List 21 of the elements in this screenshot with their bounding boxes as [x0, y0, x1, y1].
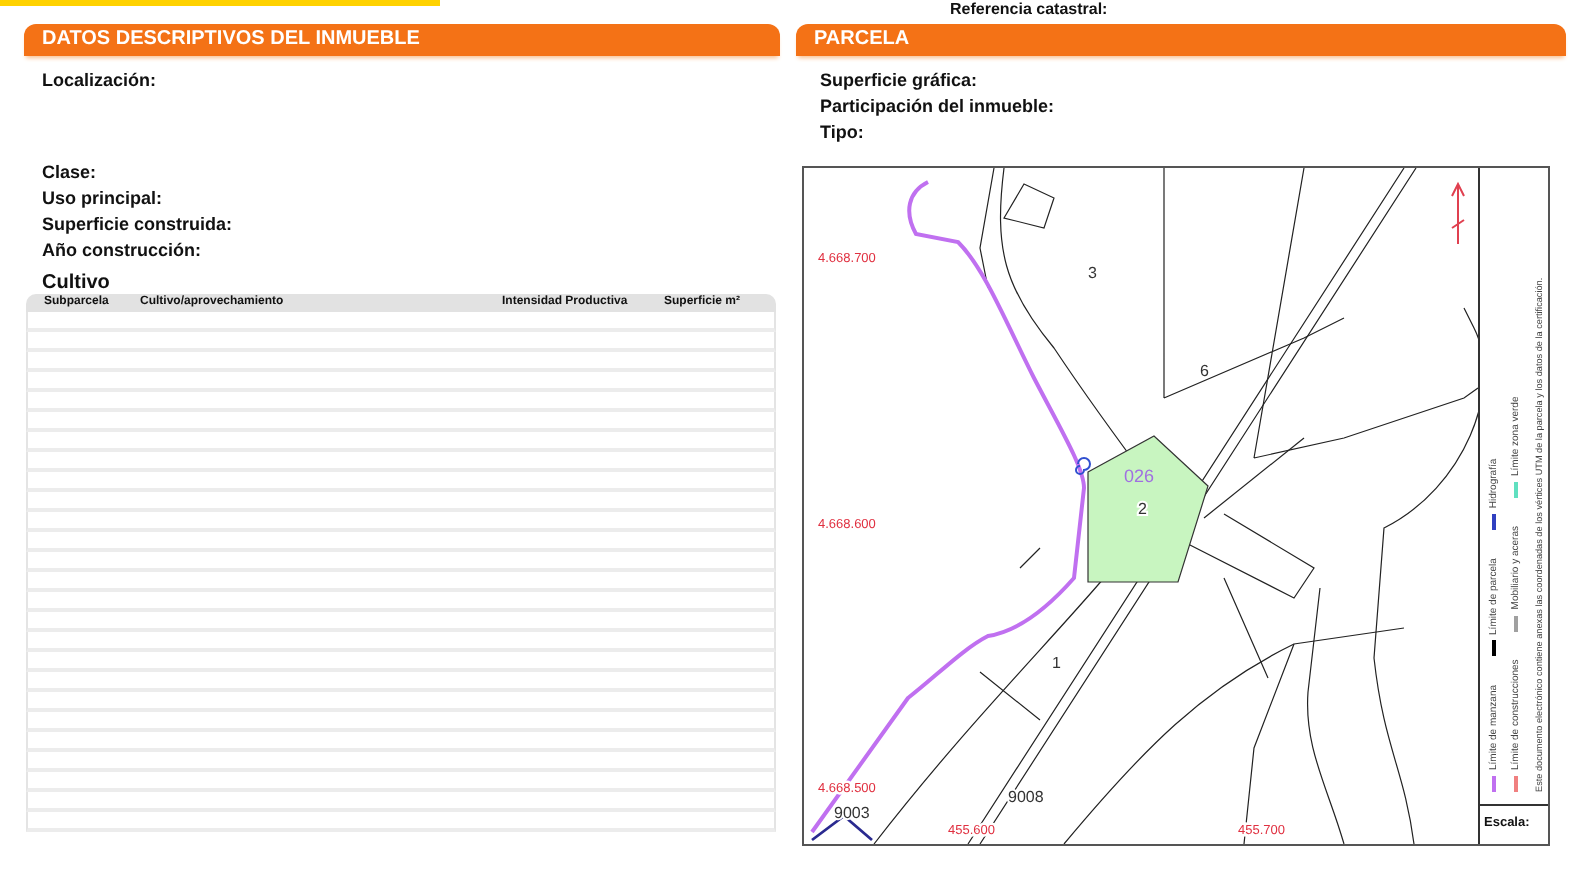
plot-number: 6: [1200, 362, 1209, 380]
reference-caption: Referencia catastral:: [950, 0, 1108, 18]
plot-number: 2: [1138, 500, 1147, 518]
field-label: Tipo:: [820, 120, 866, 146]
field-label: Localización:: [42, 68, 159, 94]
north-arrow-icon: [1451, 181, 1465, 245]
section-header: DATOS DESCRIPTIVOS DEL INMUEBLE: [24, 24, 780, 56]
section-subtitle: Cultivo: [42, 272, 112, 294]
plot-number: 3: [1088, 264, 1097, 282]
plot-number: 9008: [1008, 788, 1044, 806]
field-label: Año construcción:: [42, 238, 204, 264]
plot-number: 9003: [834, 804, 870, 822]
spiral-icon: [1075, 457, 1091, 475]
section-header: PARCELA: [796, 24, 1566, 56]
field-label: Uso principal:: [42, 186, 165, 212]
plot-number: 1: [1052, 654, 1061, 672]
field-label: Participación del inmueble:: [820, 94, 1057, 120]
field-label: Superficie gráfica:: [820, 68, 980, 94]
field-label: Clase:: [42, 160, 99, 186]
field-label: Superficie construida:: [42, 212, 235, 238]
parcel-number: 026: [1124, 466, 1155, 486]
